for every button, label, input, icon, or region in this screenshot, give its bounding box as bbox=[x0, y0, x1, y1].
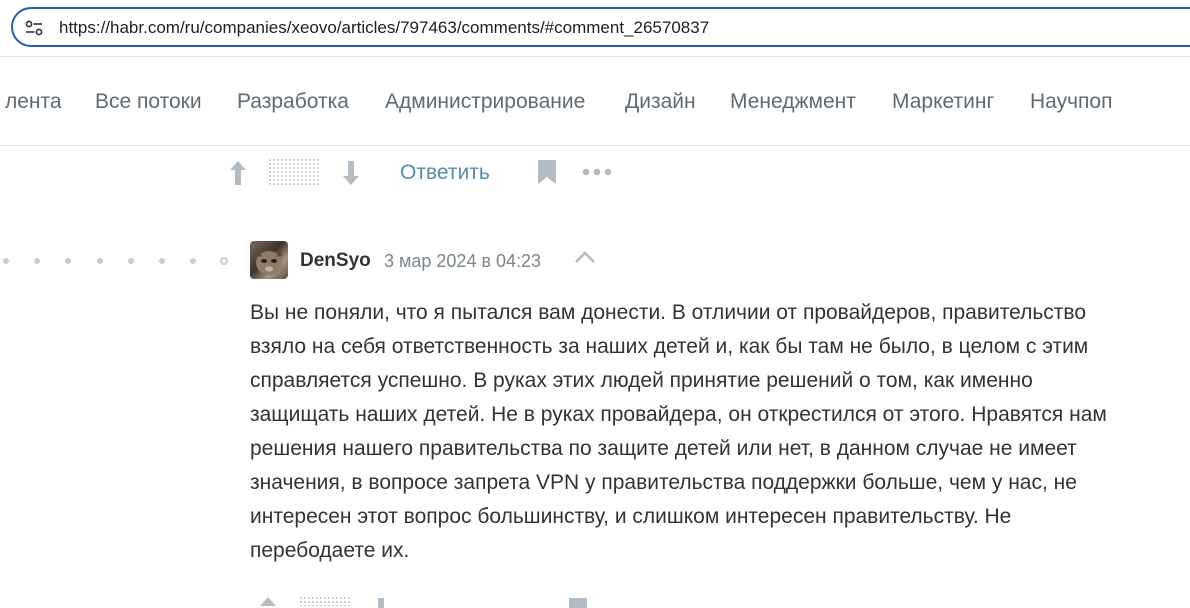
reply-button[interactable]: Ответить bbox=[400, 161, 490, 185]
nav-item-all-flows[interactable]: Все потоки bbox=[95, 90, 202, 114]
tune-icon[interactable] bbox=[25, 20, 43, 36]
hub-navigation: лента Все потоки Разработка Администриро… bbox=[0, 57, 1190, 146]
avatar[interactable] bbox=[250, 241, 288, 279]
thread-dot bbox=[97, 258, 103, 264]
url-input[interactable] bbox=[59, 17, 1159, 39]
nav-item-management[interactable]: Менеджмент bbox=[730, 90, 856, 114]
arrow-up-icon[interactable] bbox=[258, 596, 278, 608]
more-icon[interactable] bbox=[582, 168, 612, 176]
browser-toolbar bbox=[0, 0, 1190, 56]
rating-placeholder bbox=[300, 597, 350, 606]
thread-dot bbox=[159, 258, 165, 264]
thread-dot bbox=[3, 258, 9, 264]
avatar-image bbox=[256, 249, 282, 275]
chevron-up-icon[interactable] bbox=[574, 250, 596, 264]
nav-item-administration[interactable]: Администрирование bbox=[385, 90, 585, 114]
rating-placeholder bbox=[269, 159, 319, 187]
thread-dot bbox=[190, 258, 196, 264]
comments-area: Ответить DenSyo 3 мар 2024 в 04:23 Вы не… bbox=[0, 146, 1190, 608]
nav-item-popsci[interactable]: Научпоп bbox=[1030, 90, 1112, 114]
nav-item-development[interactable]: Разработка bbox=[237, 90, 349, 114]
comment-body: Вы не поняли, что я пытался вам донести.… bbox=[250, 301, 1107, 562]
thread-dot bbox=[128, 258, 134, 264]
thread-dot bbox=[34, 258, 40, 264]
address-bar[interactable] bbox=[11, 7, 1190, 47]
arrow-down-icon[interactable] bbox=[341, 160, 361, 186]
bookmark-icon[interactable] bbox=[537, 159, 557, 185]
arrow-up-icon[interactable] bbox=[228, 160, 248, 186]
thread-dot bbox=[65, 258, 71, 264]
nav-item-design[interactable]: Дизайн bbox=[625, 90, 696, 114]
comment-date[interactable]: 3 мар 2024 в 04:23 bbox=[384, 251, 541, 272]
arrow-down-icon[interactable] bbox=[375, 598, 387, 608]
thread-dot-current[interactable] bbox=[220, 257, 228, 265]
comment-author[interactable]: DenSyo bbox=[300, 250, 371, 272]
nav-item-marketing[interactable]: Маркетинг bbox=[892, 90, 994, 114]
bookmark-icon[interactable] bbox=[568, 598, 588, 608]
nav-item-feed[interactable]: лента bbox=[5, 90, 62, 114]
